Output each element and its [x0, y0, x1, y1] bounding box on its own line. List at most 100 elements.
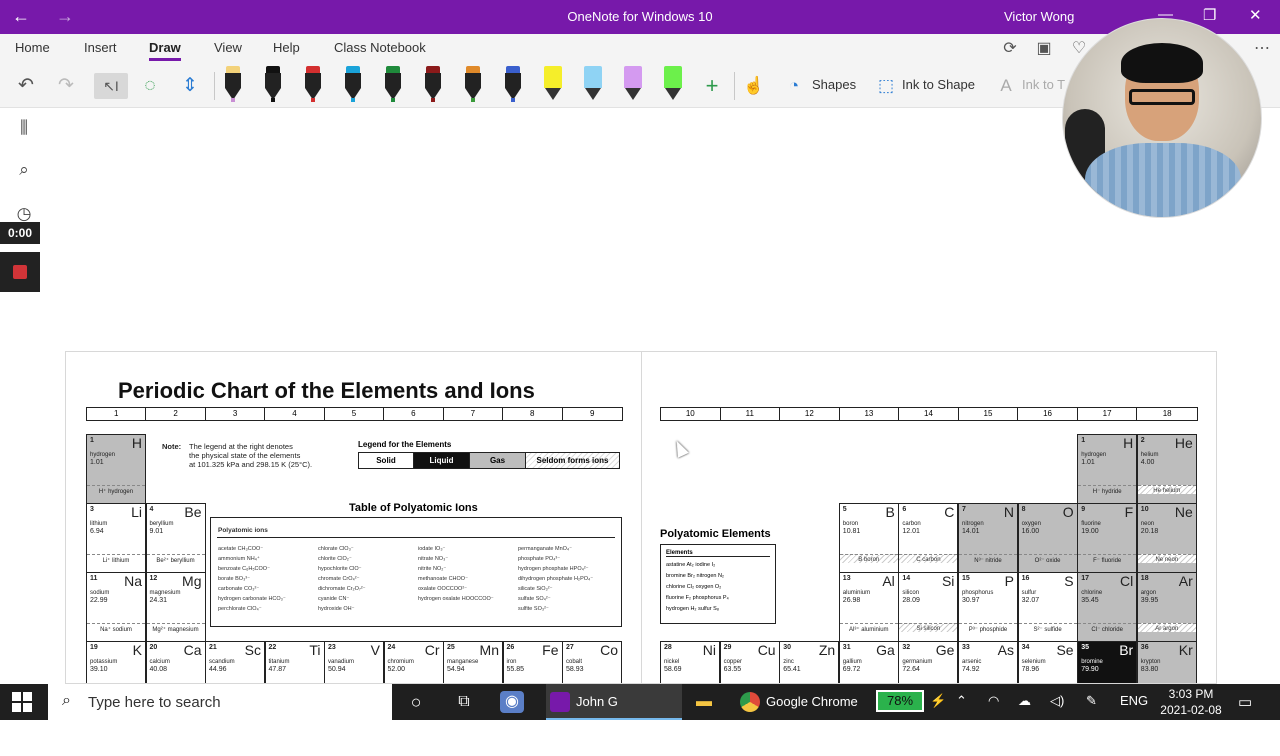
element-symbol: Co	[600, 642, 618, 658]
highlighter-tool[interactable]	[542, 66, 564, 104]
pen-tool[interactable]	[462, 66, 484, 104]
close-icon[interactable]: ✕	[1249, 6, 1262, 24]
ink-to-text-button[interactable]: Ink to T	[1022, 77, 1065, 92]
left-rail: ⫼ ⌕ ◷	[0, 108, 48, 684]
atomic-mass: 55.85	[506, 666, 525, 673]
atomic-number: 28	[664, 644, 672, 651]
pages-icon[interactable]: ▣	[1030, 36, 1058, 62]
element-cell: 17 Cl chlorine 35.45 Cl⁻ chloride	[1077, 572, 1138, 642]
highlighter-tool[interactable]	[662, 66, 684, 104]
tab-class-notebook[interactable]: Class Notebook	[334, 40, 426, 55]
taskbar-search[interactable]: ⌕ Type here to search	[48, 684, 392, 720]
user-name[interactable]: Victor Wong	[1004, 9, 1074, 24]
element-name: hydrogen	[1081, 452, 1107, 458]
windows-start-icon[interactable]	[12, 692, 32, 712]
group-number: 10	[661, 408, 721, 420]
record-stop-button[interactable]	[0, 252, 40, 292]
element-cell: 34 Se selenium 78.96	[1017, 641, 1078, 683]
element-symbol: Se	[1056, 642, 1074, 658]
notifications-icon[interactable]: ▭	[1238, 693, 1252, 711]
atomic-number: 25	[447, 644, 455, 651]
show-hidden-icons[interactable]: ⌃	[956, 693, 967, 709]
taskbar-app-onenote[interactable]: John G Diefenba...	[546, 684, 682, 745]
element-name: aluminium	[842, 590, 871, 596]
volume-icon[interactable]: ◁)	[1050, 693, 1064, 709]
camera-app-icon[interactable]: ◉	[500, 691, 524, 713]
pen-tool[interactable]	[342, 66, 364, 104]
taskbar-app-chrome[interactable]: Google Chrome	[736, 684, 862, 720]
tab-view[interactable]: View	[214, 40, 242, 55]
type-select-icon[interactable]: ↖I	[94, 73, 128, 99]
atomic-mass: 1.01	[1081, 459, 1095, 466]
ion-label: Ne neon	[1137, 554, 1196, 563]
undo-icon[interactable]: ↶	[12, 73, 40, 99]
notebooks-icon[interactable]: ⫼	[12, 118, 36, 142]
task-view-icon[interactable]: ⧉	[452, 691, 476, 713]
tab-home[interactable]: Home	[15, 40, 50, 55]
cortana-icon[interactable]: ○	[404, 691, 428, 713]
atomic-number: 29	[723, 644, 732, 651]
shapes-icon[interactable]: ◔	[780, 73, 808, 99]
ink-to-shape-button[interactable]: Ink to Shape	[902, 77, 975, 92]
more-icon[interactable]: ⋯	[1248, 36, 1276, 62]
note-line: at 101.325 kPa and 298.15 K (25°C).	[189, 460, 313, 469]
ink-to-text-icon[interactable]: A	[992, 73, 1020, 99]
polyatomic-ions-title: Table of Polyatomic Ions	[349, 502, 478, 514]
element-name: oxygen	[1021, 521, 1041, 527]
search-icon[interactable]: ⌕	[12, 160, 36, 184]
atomic-mass: 83.80	[1140, 666, 1159, 673]
group-number: 13	[840, 408, 900, 420]
element-symbol: Ar	[1178, 573, 1193, 589]
highlighter-tool[interactable]	[622, 66, 644, 104]
toolbar-divider	[214, 72, 215, 100]
atomic-number: 5	[842, 506, 847, 513]
element-cell: 3 Li lithium 6.94 Li⁺ lithium	[86, 503, 146, 573]
atomic-mass: 9.01	[149, 528, 164, 535]
tab-help[interactable]: Help	[273, 40, 300, 55]
pen-tool[interactable]	[502, 66, 524, 104]
atomic-number: 36	[1140, 644, 1149, 651]
element-symbol: Ni	[702, 642, 716, 658]
power-plug-icon: ⚡	[930, 693, 947, 708]
ink-replay-icon[interactable]: ☝	[740, 73, 768, 99]
clock[interactable]: 3:03 PM 2021-02-08	[1155, 686, 1227, 718]
atomic-number: 7	[962, 506, 966, 513]
pen-tool[interactable]	[222, 66, 244, 104]
atomic-mass: 39.95	[1140, 597, 1159, 604]
taskbar: ⌕ Type here to search ○ ⧉ ◉ John G Diefe…	[0, 684, 1280, 745]
ink-to-shape-icon[interactable]: ⬚	[872, 73, 900, 99]
element-cell: 32 Ge germanium 72.64	[898, 641, 959, 683]
atomic-number: 3	[90, 506, 94, 513]
pen-tool[interactable]	[422, 66, 444, 104]
file-explorer-icon[interactable]: ▬	[692, 691, 716, 713]
tab-insert[interactable]: Insert	[84, 40, 117, 55]
highlighter-tool[interactable]	[582, 66, 604, 104]
battery-indicator[interactable]: 78%	[876, 690, 924, 712]
sync-icon[interactable]: ⟳	[996, 36, 1024, 62]
group-number: 14	[899, 408, 959, 420]
tab-draw[interactable]: Draw	[149, 40, 181, 61]
note-page[interactable]: Periodic Chart of the Elements and Ions …	[65, 351, 1217, 684]
shapes-button[interactable]: Shapes	[812, 77, 856, 92]
pen-tool[interactable]	[302, 66, 324, 104]
group-number: 8	[503, 408, 563, 420]
atomic-number: 23	[328, 644, 336, 651]
language-indicator[interactable]: ENG	[1120, 693, 1148, 708]
lasso-select-icon[interactable]: ◌	[136, 73, 164, 99]
redo-icon[interactable]: ↷	[52, 73, 80, 99]
atomic-mass: 10.81	[842, 528, 861, 535]
add-pen-icon[interactable]: +	[698, 73, 726, 99]
restore-icon[interactable]: ❐	[1203, 6, 1216, 24]
polyatomic-ion-entry: perchlorate ClO₄⁻	[218, 606, 262, 612]
group-numbers-left: 12345678 9	[86, 407, 623, 421]
add-space-icon[interactable]: ⇕	[176, 73, 204, 99]
pen-tool[interactable]	[382, 66, 404, 104]
onedrive-icon[interactable]: ☁	[1018, 693, 1031, 709]
element-symbol: Mn	[479, 642, 499, 658]
element-name: magnesium	[149, 590, 181, 596]
pen-workspace-icon[interactable]: ✎	[1086, 693, 1097, 709]
wifi-icon[interactable]: ◠	[988, 693, 999, 709]
element-symbol: H	[131, 435, 142, 451]
pen-tool[interactable]	[262, 66, 284, 104]
polyatomic-elements-table: Elements astatine At₂ iodine I₂ bromine B…	[660, 544, 776, 624]
